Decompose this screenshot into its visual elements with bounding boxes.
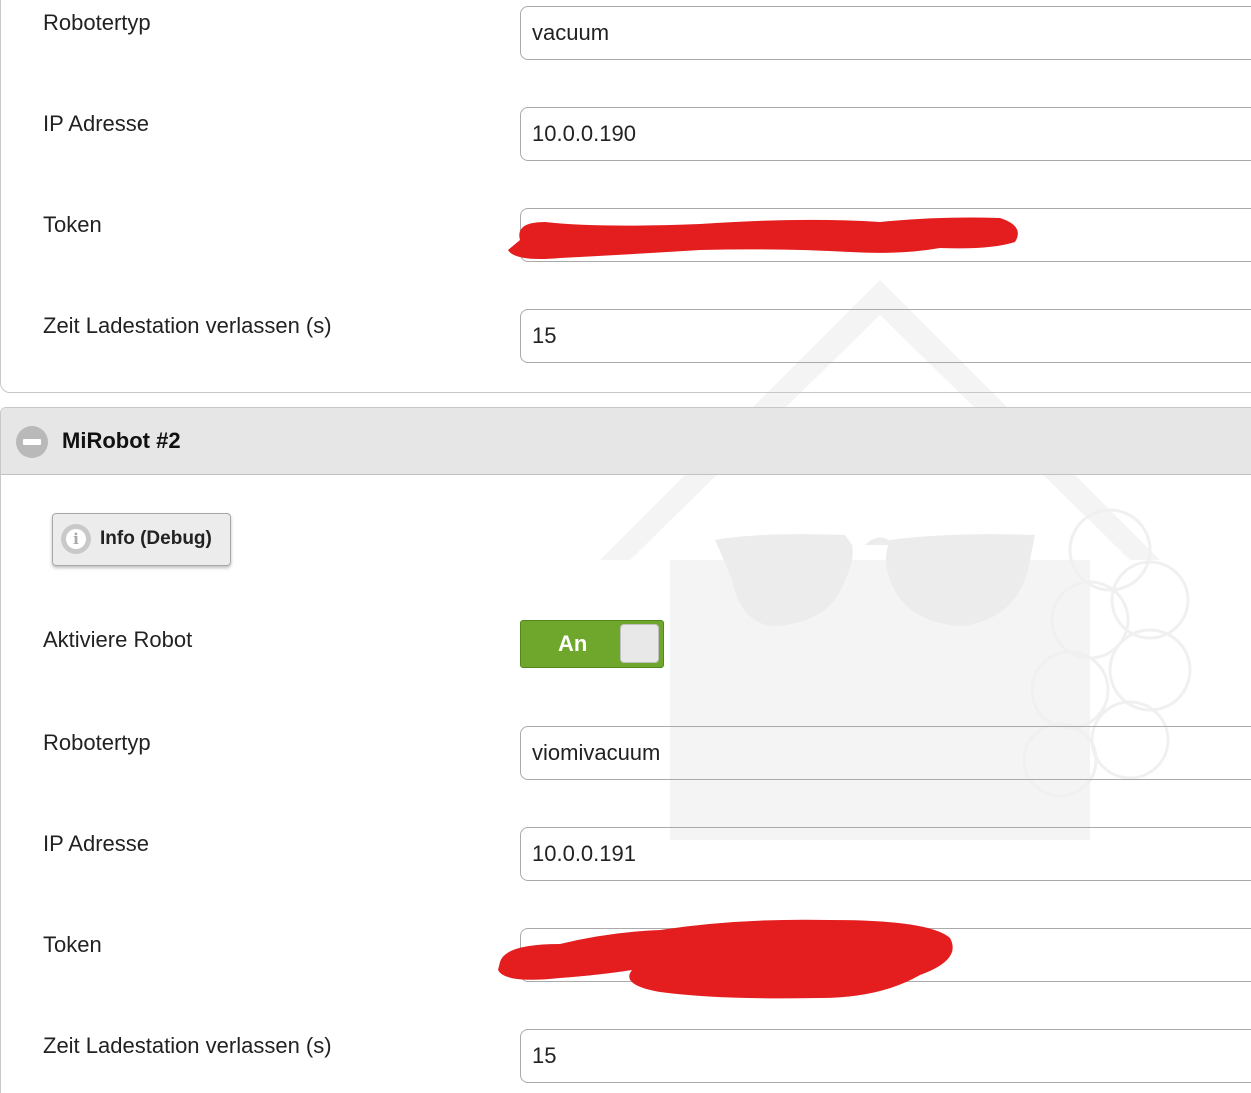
robot2-token-label: Token xyxy=(43,932,102,957)
robot2-panel-header[interactable]: MiRobot #2 xyxy=(1,408,1251,475)
robot1-leave-dock-label: Zeit Ladestation verlassen (s) xyxy=(43,313,332,338)
robot2-panel-title: MiRobot #2 xyxy=(62,428,181,453)
robot2-leave-dock-label: Zeit Ladestation verlassen (s) xyxy=(43,1033,332,1058)
robot1-leave-dock-field[interactable] xyxy=(520,309,1251,363)
settings-page: Robotertyp IP Adresse Token Zeit Ladesta… xyxy=(0,0,1251,1093)
robot2-ip-field[interactable] xyxy=(520,827,1251,881)
info-circle-icon: i xyxy=(61,524,91,554)
robot1-ip-label: IP Adresse xyxy=(43,111,149,136)
robot2-leave-dock-field[interactable] xyxy=(520,1029,1251,1083)
robot2-activate-label: Aktiviere Robot xyxy=(43,627,193,652)
robot2-robot-type-field[interactable] xyxy=(520,726,1251,780)
robot2-token-field[interactable] xyxy=(520,928,1251,982)
toggle-knob[interactable] xyxy=(620,624,659,663)
robot1-token-label: Token xyxy=(43,212,102,237)
robot2-activate-toggle[interactable]: An xyxy=(520,620,664,668)
robot1-robot-type-field[interactable] xyxy=(520,6,1251,60)
minus-circle-icon[interactable] xyxy=(16,426,48,458)
robot2-ip-label: IP Adresse xyxy=(43,831,149,856)
robot2-robot-type-label: Robotertyp xyxy=(43,730,151,755)
info-debug-button[interactable]: i Info (Debug) xyxy=(52,513,231,566)
toggle-on-label: An xyxy=(558,631,588,656)
robot1-token-field[interactable] xyxy=(520,208,1251,262)
robot1-ip-field[interactable] xyxy=(520,107,1251,161)
robot1-robot-type-label: Robotertyp xyxy=(43,10,151,35)
info-debug-button-label: Info (Debug) xyxy=(100,528,212,549)
